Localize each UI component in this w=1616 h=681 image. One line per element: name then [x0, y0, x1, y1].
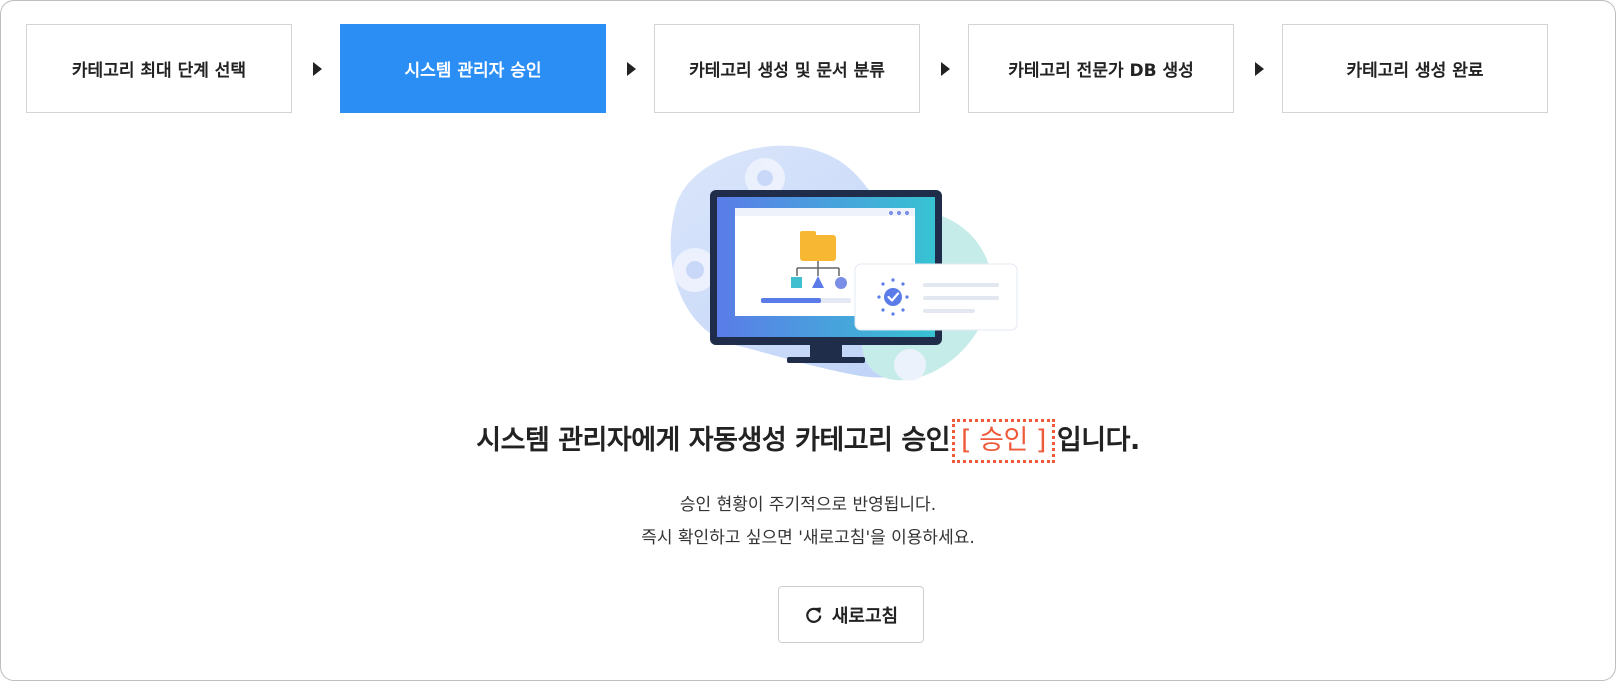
- step-2[interactable]: 시스템 관리자 승인: [340, 24, 606, 113]
- approval-illustration: [670, 145, 1018, 381]
- step-label: 카테고리 전문가 DB 생성: [1008, 61, 1194, 81]
- refresh-button[interactable]: 새로고침: [778, 586, 924, 643]
- step-1[interactable]: 카테고리 최대 단계 선택: [26, 24, 292, 113]
- step-label: 카테고리 생성 완료: [1346, 61, 1484, 81]
- step-5[interactable]: 카테고리 생성 완료: [1282, 24, 1548, 113]
- triangle-right-icon: [1255, 62, 1264, 76]
- status-headline: 시스템 관리자에게 자동생성 카테고리 승인[ 승인 ] 입니다.: [0, 418, 1616, 463]
- refresh-icon: [806, 607, 822, 623]
- step-4[interactable]: 카테고리 전문가 DB 생성: [968, 24, 1234, 113]
- triangle-right-icon: [313, 62, 322, 76]
- headline-text: 시스템 관리자에게 자동생성 카테고리 승인: [476, 425, 950, 456]
- step-3[interactable]: 카테고리 생성 및 문서 분류: [654, 24, 920, 113]
- description-line-1: 승인 현황이 주기적으로 반영됩니다.: [679, 495, 937, 515]
- step-label: 카테고리 최대 단계 선택: [71, 61, 247, 81]
- step-label: 카테고리 생성 및 문서 분류: [689, 61, 885, 81]
- headline-suffix: 입니다.: [1056, 425, 1140, 456]
- refresh-label: 새로고침: [831, 605, 899, 627]
- step-label: 시스템 관리자 승인: [404, 61, 542, 81]
- status-badge: [ 승인 ]: [952, 419, 1055, 463]
- triangle-right-icon: [627, 62, 636, 76]
- triangle-right-icon: [941, 62, 950, 76]
- description-line-2: 즉시 확인하고 싶으면 '새로고침'을 이용하세요.: [641, 528, 975, 548]
